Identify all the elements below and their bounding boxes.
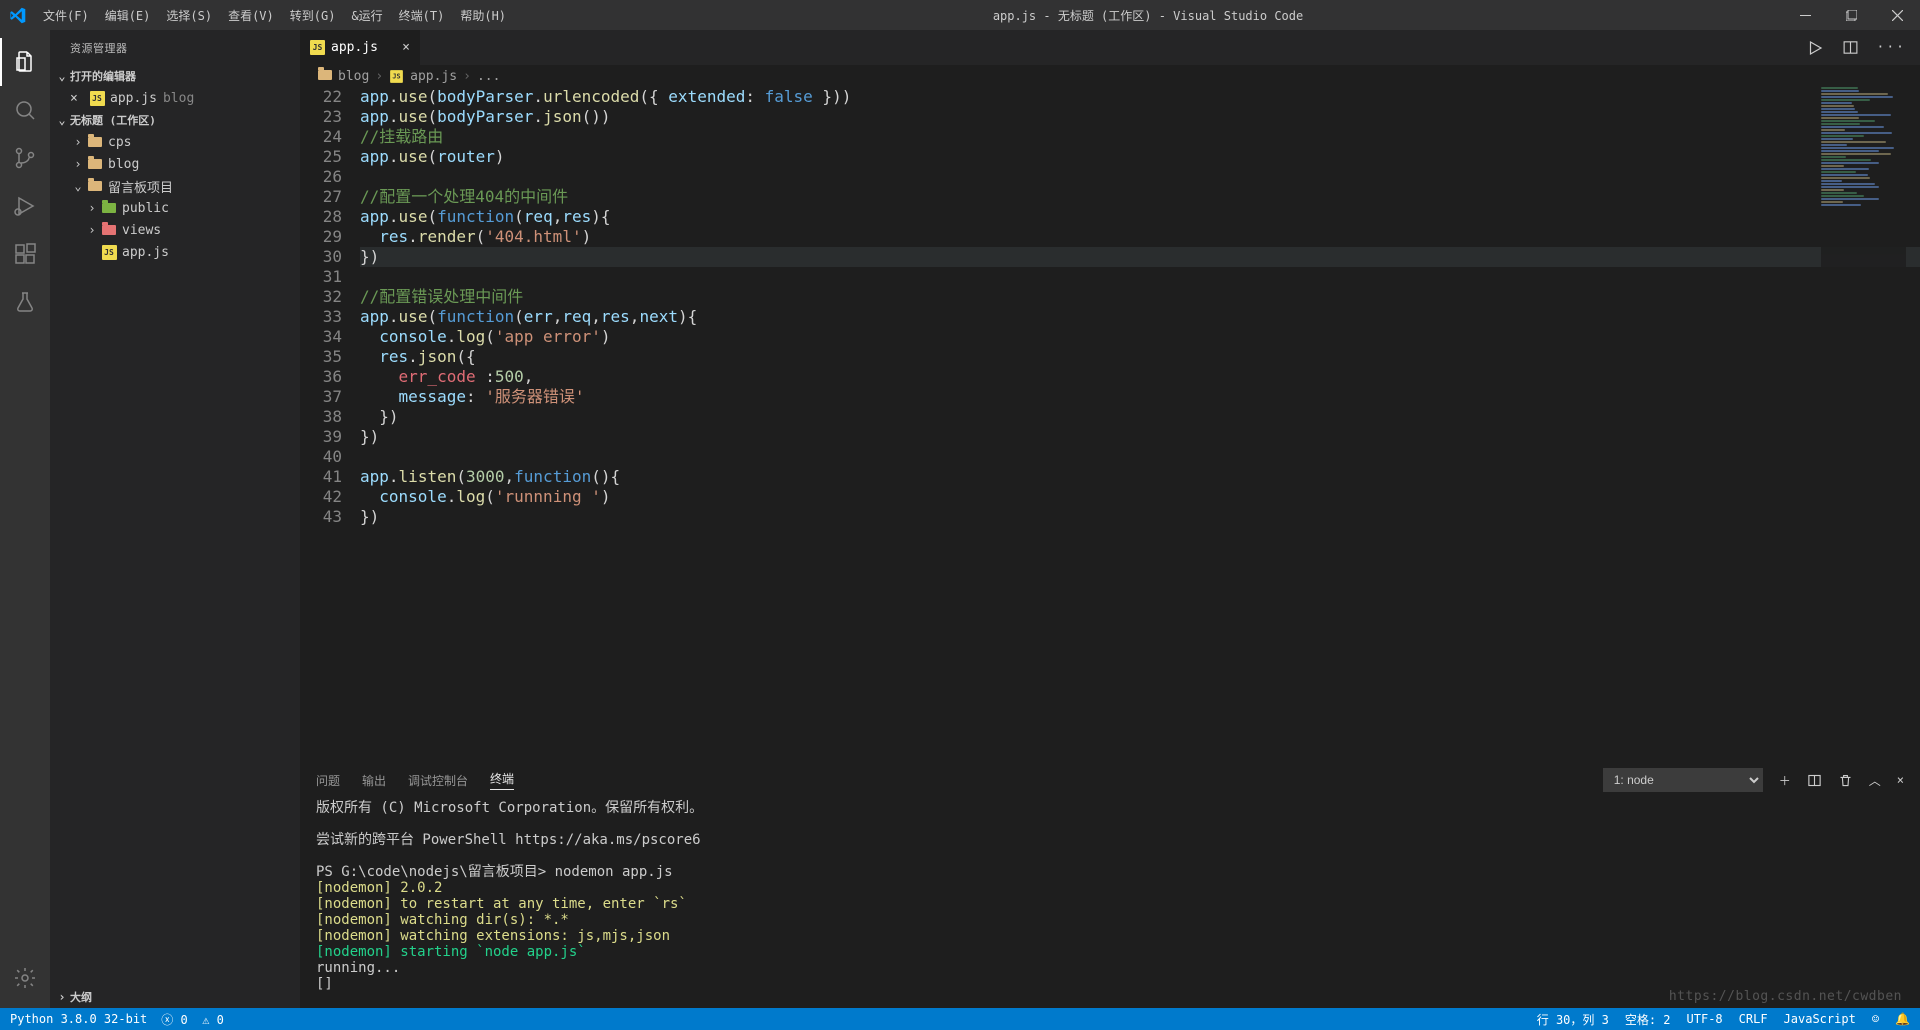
status-encoding[interactable]: UTF-8 [1687, 1012, 1723, 1026]
folder-icon [88, 159, 102, 169]
outline-section[interactable]: ›大纲 [50, 986, 300, 1008]
explorer-sidebar: 资源管理器 ⌄打开的编辑器 × JS app.js blog ⌄无标题 (工作区… [50, 30, 300, 1008]
vscode-logo-icon [0, 7, 35, 24]
open-editors-section[interactable]: ⌄打开的编辑器 [50, 65, 300, 87]
folder-icon [102, 203, 116, 213]
chevron-icon: ⌄ [70, 179, 86, 193]
minimap[interactable] [1821, 87, 1906, 763]
workspace-section[interactable]: ⌄无标题 (工作区) [50, 109, 300, 131]
editor-tabs: JS app.js × ··· [300, 30, 1920, 65]
menu-bar: 文件(F) 编辑(E) 选择(S) 查看(V) 转到(G) &运行 终端(T) … [35, 7, 514, 24]
settings-gear-icon[interactable] [0, 954, 50, 1002]
minimize-button[interactable] [1782, 0, 1828, 30]
panel-tab-problems[interactable]: 问题 [316, 772, 340, 789]
open-editor-dir: blog [163, 91, 194, 106]
folder-icon [102, 225, 116, 235]
menu-file[interactable]: 文件(F) [35, 7, 97, 24]
tree-folder[interactable]: ⌄ 留言板项目 [50, 175, 300, 197]
line-gutter: 2223242526272829303132333435363738394041… [300, 87, 360, 763]
open-editor-name: app.js [110, 91, 157, 106]
status-language[interactable]: JavaScript [1784, 1012, 1856, 1026]
titlebar: 文件(F) 编辑(E) 选择(S) 查看(V) 转到(G) &运行 终端(T) … [0, 0, 1920, 30]
status-eol[interactable]: CRLF [1739, 1012, 1768, 1026]
code-editor[interactable]: 2223242526272829303132333435363738394041… [300, 87, 1920, 763]
new-terminal-icon[interactable]: ＋ [1779, 772, 1791, 789]
breadcrumb[interactable]: blog› JS app.js› ... [300, 65, 1920, 87]
chevron-icon: › [70, 135, 86, 149]
tree-label: app.js [122, 245, 169, 260]
feedback-icon[interactable]: ☺ [1872, 1012, 1879, 1026]
menu-select[interactable]: 选择(S) [158, 7, 220, 24]
close-button[interactable] [1874, 0, 1920, 30]
extensions-icon[interactable] [0, 230, 50, 278]
menu-edit[interactable]: 编辑(E) [97, 7, 159, 24]
js-file-icon: JS [102, 245, 117, 260]
js-file-icon: JS [390, 70, 403, 83]
chevron-icon: › [84, 201, 100, 215]
panel-tab-debug[interactable]: 调试控制台 [408, 772, 468, 789]
explorer-icon[interactable] [0, 38, 50, 86]
status-ln-col[interactable]: 行 30，列 3 [1537, 1011, 1609, 1028]
tab-appjs[interactable]: JS app.js × [300, 30, 420, 65]
file-tree: › cps › blog ⌄ 留言板项目 › public › views JS app.js [50, 131, 300, 263]
folder-icon [88, 181, 102, 191]
close-icon[interactable]: × [70, 91, 88, 106]
panel: 问题 输出 调试控制台 终端 1: node ＋ ︿ × 版权所有 (C) Mi… [300, 763, 1920, 1008]
notifications-icon[interactable]: 🔔 [1895, 1012, 1910, 1026]
panel-tab-terminal[interactable]: 终端 [490, 770, 514, 790]
tree-folder[interactable]: › blog [50, 153, 300, 175]
js-file-icon: JS [90, 91, 105, 106]
menu-terminal[interactable]: 终端(T) [391, 7, 453, 24]
kill-terminal-icon[interactable] [1838, 773, 1853, 788]
status-spaces[interactable]: 空格: 2 [1625, 1011, 1671, 1028]
close-panel-icon[interactable]: × [1897, 773, 1904, 787]
sidebar-title: 资源管理器 [50, 30, 300, 65]
split-editor-icon[interactable] [1842, 39, 1859, 56]
menu-run[interactable]: &运行 [343, 7, 390, 24]
status-python[interactable]: Python 3.8.0 32-bit [10, 1012, 147, 1026]
chevron-icon: › [70, 157, 86, 171]
statusbar: Python 3.8.0 32-bit ⓧ 0 ⚠ 0 行 30，列 3 空格:… [0, 1008, 1920, 1030]
tree-folder[interactable]: › cps [50, 131, 300, 153]
run-debug-icon[interactable] [0, 182, 50, 230]
split-terminal-icon[interactable] [1807, 773, 1822, 788]
terminal-output[interactable]: 版权所有 (C) Microsoft Corporation。保留所有权利。 尝… [300, 796, 1920, 1008]
js-file-icon: JS [310, 40, 325, 55]
close-tab-icon[interactable]: × [402, 40, 410, 55]
tree-label: public [122, 201, 169, 216]
activity-bar [0, 30, 50, 1008]
maximize-panel-icon[interactable]: ︿ [1869, 772, 1881, 789]
tree-label: views [122, 223, 161, 238]
tree-folder[interactable]: › views [50, 219, 300, 241]
tree-folder[interactable]: › public [50, 197, 300, 219]
menu-view[interactable]: 查看(V) [220, 7, 282, 24]
window-title: app.js - 无标题 (工作区) - Visual Studio Code [514, 7, 1782, 24]
tree-label: blog [108, 157, 139, 172]
menu-goto[interactable]: 转到(G) [282, 7, 344, 24]
tree-label: cps [108, 135, 131, 150]
tree-file[interactable]: JS app.js [50, 241, 300, 263]
open-editor-item[interactable]: × JS app.js blog [50, 87, 300, 109]
watermark: https://blog.csdn.net/cwdben [1669, 989, 1902, 1004]
folder-icon [318, 69, 332, 84]
more-actions-icon[interactable]: ··· [1877, 40, 1906, 55]
terminal-dropdown[interactable]: 1: node [1603, 768, 1763, 792]
folder-icon [88, 137, 102, 147]
maximize-button[interactable] [1828, 0, 1874, 30]
status-errors[interactable]: ⓧ 0 ⚠ 0 [161, 1011, 224, 1028]
menu-help[interactable]: 帮助(H) [452, 7, 514, 24]
panel-tab-output[interactable]: 输出 [362, 772, 386, 789]
tree-label: 留言板项目 [108, 177, 173, 196]
run-icon[interactable] [1806, 39, 1824, 57]
tab-label: app.js [331, 40, 378, 55]
testing-icon[interactable] [0, 278, 50, 326]
source-control-icon[interactable] [0, 134, 50, 182]
chevron-icon: › [84, 223, 100, 237]
search-icon[interactable] [0, 86, 50, 134]
